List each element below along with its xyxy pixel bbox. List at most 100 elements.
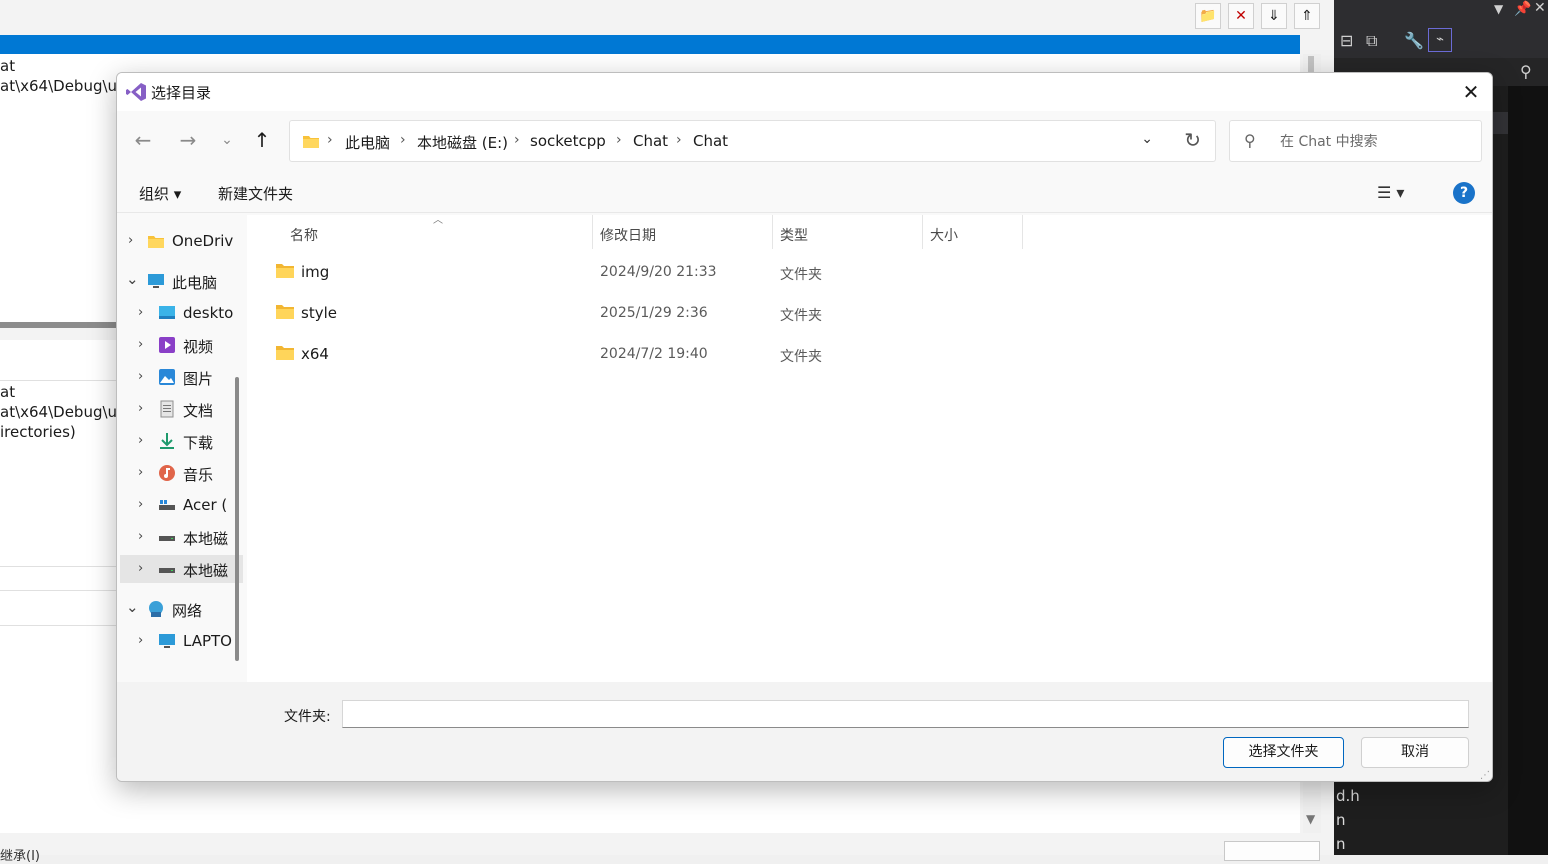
navigation-pane-scrollbar[interactable] [235,377,239,661]
delete-icon[interactable]: ✕ [1228,3,1254,29]
column-header-size[interactable]: 大小 [930,225,958,245]
column-header-type[interactable]: 类型 [780,225,808,245]
tree-item-label: 网络 [172,602,203,620]
search-icon: ⚲ [1520,62,1532,81]
solution-item[interactable]: n [1336,835,1346,853]
chevron-right-icon[interactable]: › [138,529,143,544]
breadcrumb-item[interactable]: Chat [633,132,668,150]
chevron-right-icon[interactable]: › [138,369,143,384]
column-header-name[interactable]: 名称 [290,225,318,245]
tree-item-label: 图片 [183,370,214,388]
chevron-down-icon[interactable]: ⌄ [1141,131,1153,147]
chevron-right-icon[interactable]: › [138,497,143,512]
tree-item-music[interactable]: › 音乐 [117,459,243,487]
tree-item-acer-drive[interactable]: › Acer ( [117,491,243,519]
column-divider[interactable] [772,215,773,249]
preview-icon[interactable]: ⌁ [1428,28,1452,52]
dialog-titlebar[interactable]: 选择目录 ✕ [117,73,1492,111]
breadcrumb-separator-icon[interactable]: › [327,132,333,148]
close-icon[interactable]: ✕ [1534,0,1546,16]
chevron-right-icon[interactable]: › [138,337,143,352]
chevron-down-icon[interactable]: ⌄ [126,598,139,616]
sort-ascending-icon: ︿ [433,215,443,226]
chevron-right-icon[interactable]: › [138,465,143,480]
tree-item-pictures[interactable]: › 图片 [117,363,243,391]
breadcrumb-separator-icon[interactable]: › [676,132,682,148]
scroll-down-icon[interactable]: ▼ [1306,812,1315,826]
column-divider[interactable] [592,215,593,249]
breadcrumb-item[interactable]: socketcpp [530,132,606,150]
breadcrumb-item[interactable]: 此电脑 [345,132,390,153]
view-options-icon[interactable]: ☰ ▾ [1377,183,1404,202]
tree-item-onedrive[interactable]: › OneDriv [117,227,243,255]
cancel-button[interactable]: 取消 [1361,737,1469,768]
dropdown-icon[interactable]: ▼ [1494,2,1503,16]
move-up-icon[interactable]: ⇑ [1294,3,1320,29]
help-icon[interactable]: ? [1453,182,1475,204]
refresh-icon[interactable]: ↻ [1184,128,1201,152]
tree-item-downloads[interactable]: › 下载 [117,427,243,455]
file-row[interactable]: x64 2024/7/2 19:40 文件夹 [247,335,1492,375]
chevron-right-icon[interactable]: › [138,401,143,416]
pin-icon[interactable]: 📌 [1514,1,1531,17]
chevron-right-icon[interactable]: › [128,233,133,248]
breadcrumb-separator-icon[interactable]: › [400,132,406,148]
organize-menu[interactable]: 组织 ▾ [139,183,181,204]
column-divider[interactable] [1022,215,1023,249]
chevron-down-icon[interactable]: ⌄ [126,270,139,288]
new-folder-icon[interactable]: 📁 [1195,3,1221,29]
file-type: 文件夹 [780,349,822,365]
search-input[interactable] [1278,129,1472,155]
computer-icon [159,634,175,648]
command-bar: 组织 ▾ 新建文件夹 ☰ ▾ ? [117,171,1492,213]
copy-icon[interactable]: ⧉ [1366,31,1377,51]
solution-item[interactable]: n [1336,811,1346,829]
tree-item-network[interactable]: ⌄ 网络 [117,595,243,623]
file-list: ︿ 名称 修改日期 类型 大小 img 2024/9/20 21:33 文件夹 … [247,215,1492,682]
breadcrumb-separator-icon[interactable]: › [514,132,520,148]
folder-icon [148,236,164,248]
tree-item-desktop[interactable]: › deskto [117,299,243,327]
chevron-right-icon[interactable]: › [138,561,143,576]
tree-item-local-disk-selected[interactable]: › 本地磁 [120,555,243,583]
chevron-right-icon[interactable]: › [138,433,143,448]
tree-item-local-disk[interactable]: › 本地磁 [117,523,243,551]
column-divider[interactable] [922,215,923,249]
chevron-right-icon[interactable]: › [138,305,143,320]
forward-icon[interactable]: → [173,125,203,155]
new-folder-button[interactable]: 新建文件夹 [218,183,293,204]
tree-item-documents[interactable]: › 文档 [117,395,243,423]
column-header-modified[interactable]: 修改日期 [600,225,656,245]
file-row[interactable]: img 2024/9/20 21:33 文件夹 [247,253,1492,293]
tree-item-label: 本地磁 [183,562,229,580]
dialog-footer: 文件夹: 选择文件夹 取消 ⋰ [117,682,1492,781]
tree-item-label: 此电脑 [172,274,218,292]
background-path-text: irectories) [0,423,76,441]
tree-item-videos[interactable]: › 视频 [117,331,243,359]
back-icon[interactable]: ← [128,125,158,155]
close-icon[interactable]: ✕ [1458,79,1484,105]
solution-item[interactable]: d.h [1336,787,1360,805]
file-type: 文件夹 [780,267,822,283]
breadcrumb-item[interactable]: Chat [693,132,728,150]
move-down-icon[interactable]: ⇓ [1261,3,1287,29]
search-box[interactable]: ⚲ [1229,120,1482,162]
select-directory-dialog: 选择目录 ✕ ← → ⌄ ↑ › 此电脑 › 本地磁盘 (E:) › socke… [116,72,1493,782]
wrench-icon[interactable]: 🔧 [1404,31,1424,50]
recent-locations-icon[interactable]: ⌄ [212,125,242,155]
folder-input[interactable] [342,700,1469,728]
breadcrumb-separator-icon[interactable]: › [616,132,622,148]
address-bar[interactable]: › 此电脑 › 本地磁盘 (E:) › socketcpp › Chat › C… [289,120,1216,162]
tree-item-laptop[interactable]: › LAPTO [117,627,243,655]
select-folder-button[interactable]: 选择文件夹 [1223,737,1344,768]
breadcrumb-item[interactable]: 本地磁盘 (E:) [417,132,508,153]
background-button[interactable] [1224,841,1320,861]
file-row[interactable]: style 2025/1/29 2:36 文件夹 [247,294,1492,334]
resize-grip-icon[interactable]: ⋰ [1480,770,1490,781]
collapse-icon[interactable]: ⊟ [1340,31,1353,50]
tree-item-label: OneDriv [172,232,234,250]
folder-icon [276,264,294,278]
up-icon[interactable]: ↑ [247,125,277,155]
chevron-right-icon[interactable]: › [138,633,143,648]
tree-item-this-pc[interactable]: ⌄ 此电脑 [117,267,243,295]
